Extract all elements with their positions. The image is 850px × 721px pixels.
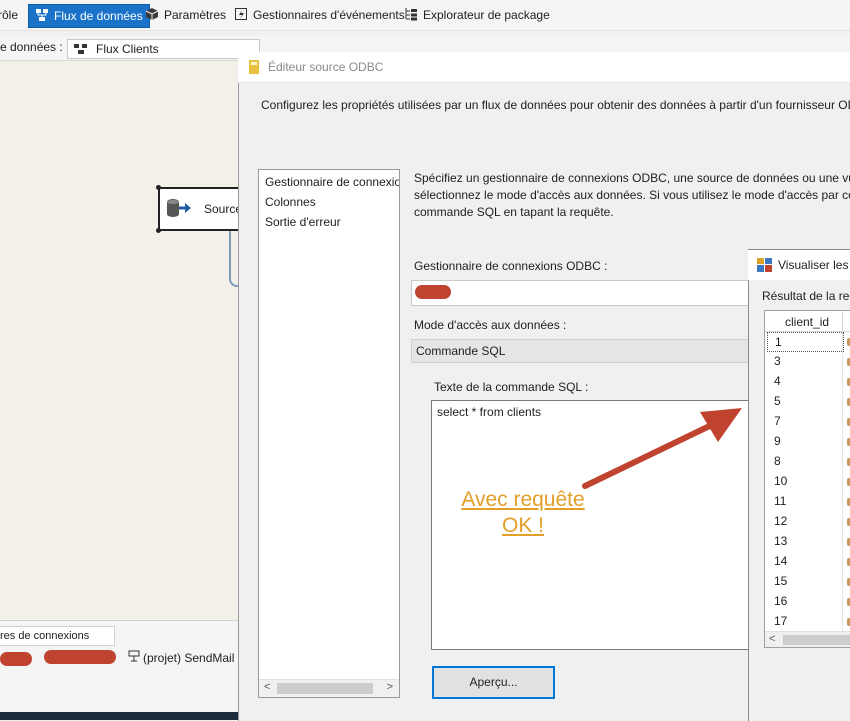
tab-event-handlers[interactable]: Gestionnaires d'événements: [228, 4, 411, 26]
dataflow-selector-label: e données :: [0, 40, 63, 54]
tab-label: Explorateur de package: [423, 8, 550, 22]
access-mode-select[interactable]: Commande SQL: [411, 339, 753, 363]
instruction-line: sélectionnez le mode d'accès aux données…: [414, 188, 850, 202]
nav-horizontal-scrollbar[interactable]: < >: [259, 679, 399, 697]
database-source-icon: [167, 199, 191, 217]
data-flow-icon: [74, 44, 87, 54]
editor-page-list: Gestionnaire de connexions Colonnes Sort…: [258, 169, 400, 698]
nav-connection-manager[interactable]: Gestionnaire de connexions: [265, 175, 399, 189]
access-mode-value: Commande SQL: [416, 344, 506, 358]
page-instructions: Spécifiez un gestionnaire de connexions …: [414, 170, 850, 221]
package-explorer-icon: [405, 8, 417, 21]
dialog-title: Éditeur source ODBC: [268, 60, 384, 74]
scroll-right-icon[interactable]: >: [387, 681, 393, 693]
results-grid[interactable]: client_id 1 3 4 5 7 9 8 10 11 12 13 14 1…: [764, 310, 850, 648]
redacted-connection[interactable]: [44, 650, 116, 664]
resize-handle[interactable]: [156, 185, 161, 190]
redacted-connection[interactable]: [0, 652, 32, 666]
sql-command-label: Texte de la commande SQL :: [434, 380, 589, 394]
sql-command-text: select * from clients: [437, 405, 542, 419]
tab-label: Flux de données: [54, 9, 143, 23]
component-label: Source: [204, 202, 243, 216]
table-row[interactable]: 10: [774, 471, 834, 491]
tab-label: Paramètres: [164, 8, 227, 22]
sendmail-connection[interactable]: (projet) SendMail: [143, 651, 234, 665]
parameters-icon: [145, 8, 159, 20]
taskbar-edge: [0, 712, 238, 720]
table-row[interactable]: 15: [774, 571, 834, 591]
connection-manager-select[interactable]: [411, 280, 753, 306]
dialog-description: Configurez les propriétés utilisées par …: [261, 98, 850, 112]
table-row[interactable]: 14: [774, 551, 834, 571]
table-row[interactable]: 5: [774, 391, 834, 411]
table-row[interactable]: 1: [767, 332, 844, 352]
dataflow-selector[interactable]: Flux Clients: [67, 39, 260, 59]
column-gridline: [842, 331, 843, 631]
column-header-client-id[interactable]: client_id: [785, 315, 829, 329]
scroll-left-icon[interactable]: <: [264, 681, 270, 693]
data-flow-icon: [36, 9, 48, 21]
result-label: Résultat de la rec: [762, 289, 850, 303]
access-mode-label: Mode d'accès aux données :: [414, 318, 567, 332]
resize-handle[interactable]: [156, 228, 161, 233]
design-canvas[interactable]: [0, 60, 238, 621]
table-row[interactable]: 9: [774, 431, 834, 451]
dialog-title-bar: Éditeur source ODBC: [238, 52, 850, 83]
tab-control-flow[interactable]: rôle: [0, 4, 24, 26]
scroll-left-icon[interactable]: <: [769, 633, 775, 645]
annotation-arrow-icon: [582, 408, 742, 489]
preview-title: Visualiser les r: [778, 258, 850, 272]
scrollbar-thumb[interactable]: [783, 635, 850, 645]
preview-window-icon: [757, 258, 772, 272]
table-row[interactable]: 17: [774, 611, 834, 631]
grid-horizontal-scrollbar[interactable]: <: [765, 631, 850, 647]
table-row[interactable]: 4: [774, 371, 834, 391]
table-row[interactable]: 11: [774, 491, 834, 511]
annotation-line: OK !: [501, 514, 544, 537]
tab-data-flow[interactable]: Flux de données: [28, 4, 150, 28]
tab-label: Gestionnaires d'événements: [253, 8, 405, 22]
nav-columns[interactable]: Colonnes: [265, 195, 316, 209]
table-row[interactable]: 16: [774, 591, 834, 611]
instruction-line: commande SQL en tapant la requête.: [414, 205, 614, 219]
column-separator: [842, 311, 843, 331]
table-row[interactable]: 7: [774, 411, 834, 431]
smtp-connection-icon: [128, 650, 140, 662]
event-handlers-icon: [235, 8, 247, 20]
instruction-line: Spécifiez un gestionnaire de connexions …: [414, 171, 850, 185]
table-row[interactable]: 12: [774, 511, 834, 531]
table-row[interactable]: 13: [774, 531, 834, 551]
tab-parameters[interactable]: Paramètres: [139, 4, 232, 26]
odbc-source-component[interactable]: Source: [156, 185, 247, 233]
odbc-source-icon: [249, 60, 259, 74]
preview-button[interactable]: Aperçu...: [432, 666, 555, 699]
tab-label: rôle: [0, 8, 19, 22]
scrollbar-thumb[interactable]: [277, 683, 373, 694]
redacted-connection-name: [415, 285, 451, 299]
table-row[interactable]: 8: [774, 451, 834, 471]
table-row[interactable]: 3: [774, 351, 834, 371]
preview-title-bar: Visualiser les r: [748, 250, 850, 280]
tab-package-explorer[interactable]: Explorateur de package: [398, 4, 556, 26]
nav-error-output[interactable]: Sortie d'erreur: [265, 215, 341, 229]
dataflow-selector-value: Flux Clients: [96, 42, 159, 56]
results-grid-header: client_id: [765, 311, 850, 332]
connection-manager-label: Gestionnaire de connexions ODBC :: [414, 259, 608, 273]
tab-connection-managers[interactable]: res de connexions: [0, 626, 115, 646]
